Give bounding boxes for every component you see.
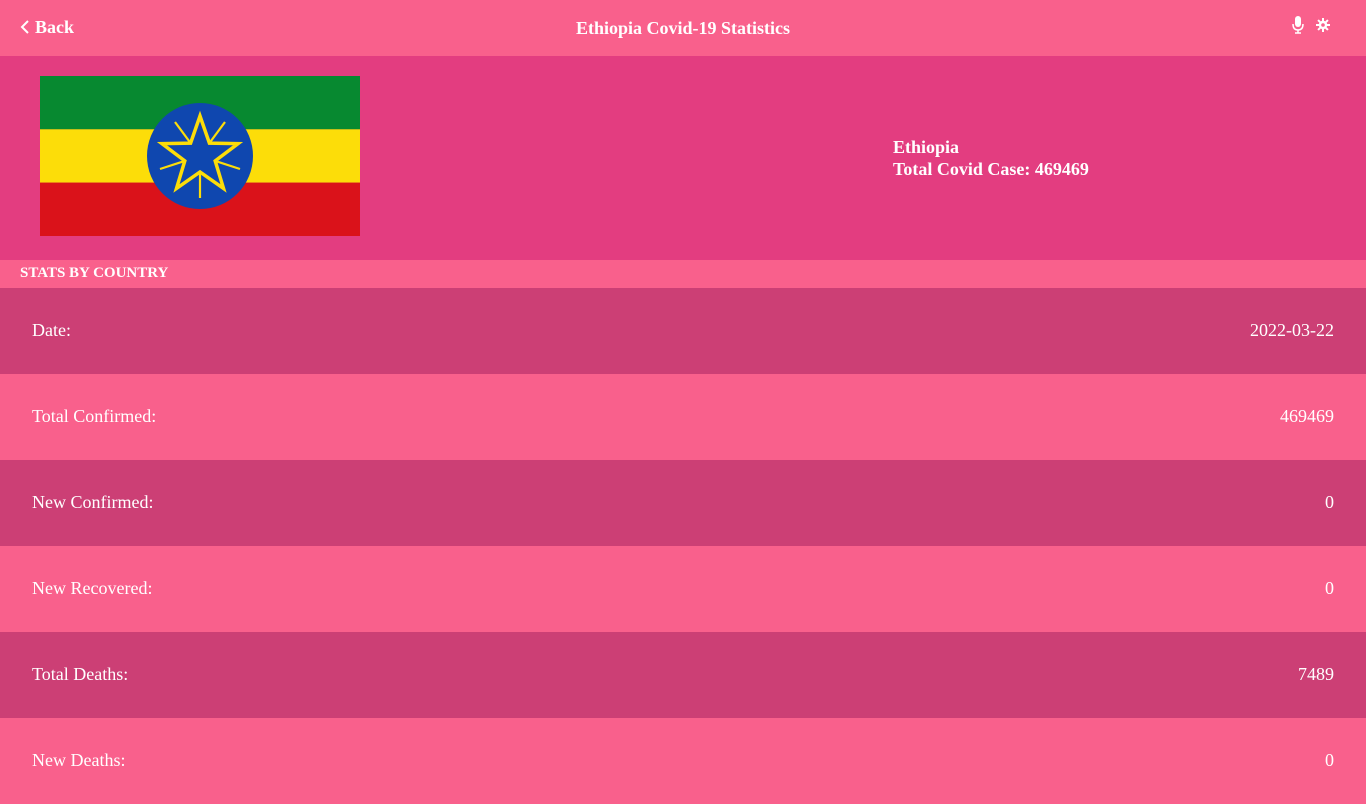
stat-label: Total Confirmed: bbox=[32, 406, 157, 426]
stat-label: Total Deaths: bbox=[32, 664, 129, 684]
back-button[interactable]: Back bbox=[20, 13, 74, 41]
ethiopia-flag bbox=[40, 76, 360, 236]
back-label: Back bbox=[35, 16, 75, 37]
section-title: STATS BY COUNTRY bbox=[20, 265, 169, 281]
stat-value: 0 bbox=[1325, 578, 1334, 598]
top-bar: Back Ethiopia Covid-19 Statistics bbox=[0, 0, 1366, 56]
stat-label: New Recovered: bbox=[32, 578, 153, 598]
stats-list: Date: 2022-03-22 Total Confirmed: 469469… bbox=[0, 288, 1366, 804]
stat-value: 7489 bbox=[1298, 664, 1334, 684]
stat-row-new-confirmed: New Confirmed: 0 bbox=[0, 460, 1366, 546]
stat-label: Date: bbox=[32, 320, 71, 340]
stat-row-new-deaths: New Deaths: 0 bbox=[0, 718, 1366, 804]
stat-value: 2022-03-22 bbox=[1250, 320, 1334, 340]
total-covid-case: Total Covid Case: 469469 bbox=[893, 159, 1089, 179]
country-name: Ethiopia bbox=[893, 137, 960, 157]
stat-row-new-recovered: New Recovered: 0 bbox=[0, 546, 1366, 632]
microphone-icon[interactable] bbox=[1292, 16, 1304, 34]
page-title: Ethiopia Covid-19 Statistics bbox=[575, 18, 791, 38]
toolbar-icons bbox=[1292, 16, 1330, 34]
stat-label: New Confirmed: bbox=[32, 492, 154, 512]
country-summary: Ethiopia Total Covid Case: 469469 bbox=[893, 136, 1089, 180]
stat-value: 0 bbox=[1325, 750, 1334, 770]
stat-value: 469469 bbox=[1280, 406, 1334, 426]
gear-icon[interactable] bbox=[1316, 18, 1330, 32]
stat-value: 0 bbox=[1325, 492, 1334, 512]
stat-row-date: Date: 2022-03-22 bbox=[0, 288, 1366, 374]
stat-label: New Deaths: bbox=[32, 750, 126, 770]
stat-row-total-confirmed: Total Confirmed: 469469 bbox=[0, 374, 1366, 460]
chevron-left-icon bbox=[20, 20, 29, 34]
stat-row-total-deaths: Total Deaths: 7489 bbox=[0, 632, 1366, 718]
section-header: STATS BY COUNTRY bbox=[0, 260, 1366, 288]
country-hero: Ethiopia Total Covid Case: 469469 bbox=[0, 56, 1366, 260]
